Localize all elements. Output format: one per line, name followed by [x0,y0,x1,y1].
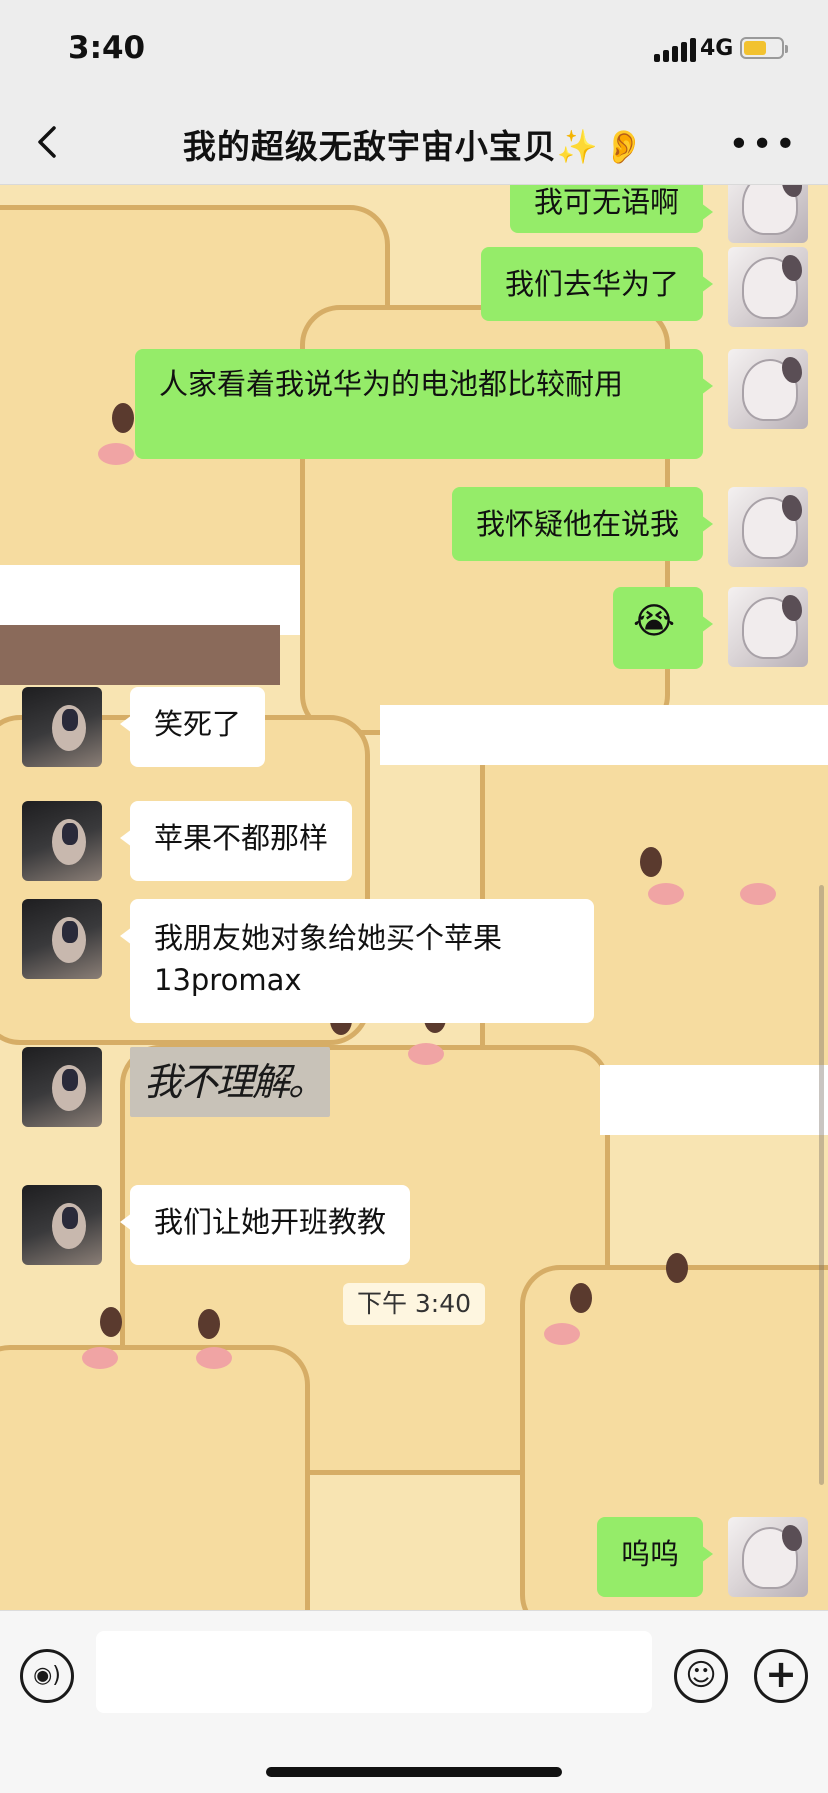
wallpaper-band [600,1065,828,1135]
my-avatar[interactable] [728,587,808,667]
wallpaper-loaf [0,1345,310,1610]
input-bar: ◉) ☺ + [0,1610,828,1793]
scrollbar[interactable] [819,885,824,1485]
home-indicator[interactable] [266,1767,562,1777]
chat-header: 我的超级无敌宇宙小宝贝✨ 👂 ••• [0,100,828,185]
contact-avatar[interactable] [22,1047,102,1127]
network-label: 4G [700,36,734,61]
wallpaper-band [0,625,280,685]
wallpaper-eye [640,847,662,877]
wallpaper-eye [666,1253,688,1283]
contact-avatar[interactable] [22,801,102,881]
chat-area[interactable]: 我可无语啊 我们去华为了 人家看着我说华为的电池都比较耐用 我怀疑他在说我 😭 … [0,185,828,1610]
my-avatar[interactable] [728,349,808,429]
contact-avatar[interactable] [22,1185,102,1265]
message-timestamp: 下午 3:40 [343,1283,485,1325]
emoji-icon[interactable]: ☺ [674,1649,728,1703]
my-avatar[interactable] [728,247,808,327]
wallpaper-blush [648,883,684,905]
wallpaper-eye [198,1309,220,1339]
my-avatar[interactable] [728,1517,808,1597]
plus-icon[interactable]: + [754,1649,808,1703]
message-bubble[interactable]: 我们让她开班教教 [119,1185,411,1265]
wallpaper-blush [544,1323,580,1345]
voice-icon[interactable]: ◉) [20,1649,74,1703]
wallpaper-blush [82,1347,118,1369]
message-bubble[interactable]: 笑死了 [119,687,266,767]
message-bubble[interactable]: 我们去华为了 [480,247,714,321]
battery-icon [740,37,788,59]
message-input[interactable] [96,1631,652,1713]
ear-icon: 👂 [603,127,646,166]
chat-title-text: 我的超级无敌宇宙小宝贝 [182,127,557,166]
message-bubble[interactable]: 呜呜 [596,1517,714,1597]
contact-avatar[interactable] [22,899,102,979]
wallpaper-band [380,705,828,765]
wallpaper-blush [740,883,776,905]
message-bubble[interactable]: 我怀疑他在说我 [451,487,714,561]
chat-title: 我的超级无敌宇宙小宝贝✨ 👂 [0,120,828,168]
status-time: 3:40 [68,30,146,66]
wallpaper-eye [100,1307,122,1337]
wallpaper-blush [408,1043,444,1065]
message-bubble[interactable]: 我可无语啊 [509,185,714,233]
signal-icon [654,36,700,62]
wallpaper-eye [570,1283,592,1313]
wallpaper-blush [98,443,134,465]
my-avatar[interactable] [728,185,808,243]
contact-avatar[interactable] [22,687,102,767]
wallpaper-blush [196,1347,232,1369]
message-bubble[interactable]: 苹果不都那样 [119,801,353,881]
message-bubble[interactable]: 我朋友她对象给她买个苹果13promax [120,899,594,1023]
my-avatar[interactable] [728,487,808,567]
sticker-image[interactable]: 我不理解。 [130,1047,330,1117]
message-bubble[interactable]: 人家看着我说华为的电池都比较耐用 [135,349,713,459]
sparkle-icon: ✨ [556,127,599,166]
wallpaper-eye [112,403,134,433]
more-icon[interactable]: ••• [728,124,798,165]
status-bar: 3:40 4G [0,0,828,100]
message-bubble-emoji[interactable]: 😭 [613,587,713,669]
